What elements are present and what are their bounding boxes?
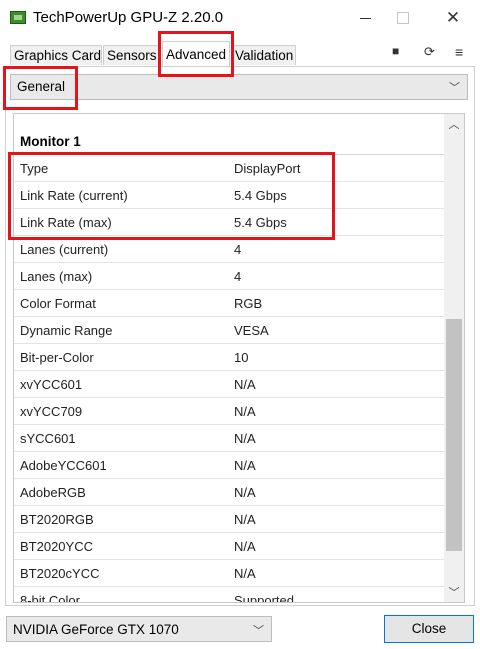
refresh-icon[interactable]: ⟳ xyxy=(424,44,435,60)
table-row: Link Rate (max) 5.4 Gbps xyxy=(14,209,444,236)
row-value: RGB xyxy=(234,296,263,311)
tab-sensors[interactable]: Sensors xyxy=(103,45,161,65)
row-value: N/A xyxy=(234,377,256,392)
tab-graphics-card[interactable]: Graphics Card xyxy=(10,45,102,65)
section-header: Monitor 1 xyxy=(14,128,444,155)
details-list[interactable]: Monitor 1 Type DisplayPort Link Rate (curr… xyxy=(13,113,465,603)
window-title: TechPowerUp GPU-Z 2.20.0 xyxy=(33,9,224,26)
close-button[interactable]: Close xyxy=(384,615,474,643)
gpu-select-value: NVIDIA GeForce GTX 1070 xyxy=(13,622,179,637)
gpu-select[interactable]: NVIDIA GeForce GTX 1070 ﹀ xyxy=(6,616,272,642)
row-key: AdobeYCC601 xyxy=(20,458,107,473)
row-key: xvYCC601 xyxy=(20,377,83,392)
row-key: sYCC601 xyxy=(20,431,76,446)
row-key: Bit-per-Color xyxy=(20,350,94,365)
table-row: xvYCC709 N/A xyxy=(14,398,444,425)
row-value: 10 xyxy=(234,350,249,365)
table-row: Color Format RGB xyxy=(14,290,444,317)
table-row: sYCC601 N/A xyxy=(14,425,444,452)
row-value: N/A xyxy=(234,458,256,473)
row-value: N/A xyxy=(234,431,256,446)
row-key: Link Rate (current) xyxy=(20,188,128,203)
tab-bar: Graphics Card Sensors Advanced Validatio… xyxy=(0,36,480,67)
chevron-down-icon: ﹀ xyxy=(253,625,264,637)
table-row: AdobeYCC601 N/A xyxy=(14,452,444,479)
table-row: BT2020YCC N/A xyxy=(14,533,444,560)
table-row: Lanes (max) 4 xyxy=(14,263,444,290)
minimize-icon xyxy=(359,17,371,19)
vertical-scrollbar[interactable]: ︿ ﹀ xyxy=(444,114,464,602)
scrollbar-thumb[interactable] xyxy=(446,319,462,551)
row-value: N/A xyxy=(234,512,256,527)
tab-validation[interactable]: Validation xyxy=(231,45,296,65)
row-value: 5.4 Gbps xyxy=(234,188,287,203)
category-select[interactable]: General ﹀ xyxy=(10,74,468,100)
close-icon: ✕ xyxy=(445,8,461,27)
row-value: 5.4 Gbps xyxy=(234,215,287,230)
row-key: BT2020YCC xyxy=(20,539,93,554)
table-row: Type DisplayPort xyxy=(14,155,444,182)
row-key: Lanes (max) xyxy=(20,269,93,284)
maximize-button[interactable] xyxy=(380,0,426,36)
scroll-down-icon[interactable]: ﹀ xyxy=(444,582,464,602)
table-row: Link Rate (current) 5.4 Gbps xyxy=(14,182,444,209)
close-window-button[interactable]: ✕ xyxy=(430,0,476,36)
row-value: 4 xyxy=(234,269,242,284)
chevron-down-icon: ﹀ xyxy=(449,82,460,94)
row-value: DisplayPort xyxy=(234,161,301,176)
category-select-value: General xyxy=(17,79,66,94)
row-key: BT2020RGB xyxy=(20,512,94,527)
table-row: xvYCC601 N/A xyxy=(14,371,444,398)
table-row: AdobeRGB N/A xyxy=(14,479,444,506)
footer-bar: NVIDIA GeForce GTX 1070 ﹀ Close xyxy=(0,606,480,649)
row-key: Lanes (current) xyxy=(20,242,109,257)
table-row: BT2020RGB N/A xyxy=(14,506,444,533)
row-key: xvYCC709 xyxy=(20,404,83,419)
section-title: Monitor 1 xyxy=(20,134,81,149)
row-key: Link Rate (max) xyxy=(20,215,112,230)
table-row: Dynamic Range VESA xyxy=(14,317,444,344)
detail-rows: Type DisplayPort Link Rate (current) 5.4 Gb… xyxy=(14,155,444,603)
row-key: Dynamic Range xyxy=(20,323,113,338)
row-value: Supported xyxy=(234,593,294,603)
table-row: Lanes (current) 4 xyxy=(14,236,444,263)
tab-advanced[interactable]: Advanced xyxy=(162,41,230,67)
table-row: BT2020cYCC N/A xyxy=(14,560,444,587)
menu-icon[interactable]: ≡ xyxy=(455,44,463,60)
row-key: Type xyxy=(20,161,49,176)
table-row: Bit-per-Color 10 xyxy=(14,344,444,371)
row-value: N/A xyxy=(234,404,256,419)
row-key: 8-bit Color xyxy=(20,593,80,603)
row-value: N/A xyxy=(234,566,256,581)
gpu-z-app-icon xyxy=(10,11,26,24)
scroll-up-icon[interactable]: ︿ xyxy=(444,114,464,134)
row-key: AdobeRGB xyxy=(20,485,86,500)
row-key: Color Format xyxy=(20,296,96,311)
row-value: N/A xyxy=(234,539,256,554)
row-value: 4 xyxy=(234,242,242,257)
title-bar: TechPowerUp GPU-Z 2.20.0 ✕ xyxy=(0,0,480,36)
table-row: 8-bit Color Supported xyxy=(14,587,444,603)
row-value: VESA xyxy=(234,323,269,338)
row-value: N/A xyxy=(234,485,256,500)
row-key: BT2020cYCC xyxy=(20,566,100,581)
camera-icon[interactable]: ■ xyxy=(392,44,399,58)
maximize-icon xyxy=(397,12,409,24)
